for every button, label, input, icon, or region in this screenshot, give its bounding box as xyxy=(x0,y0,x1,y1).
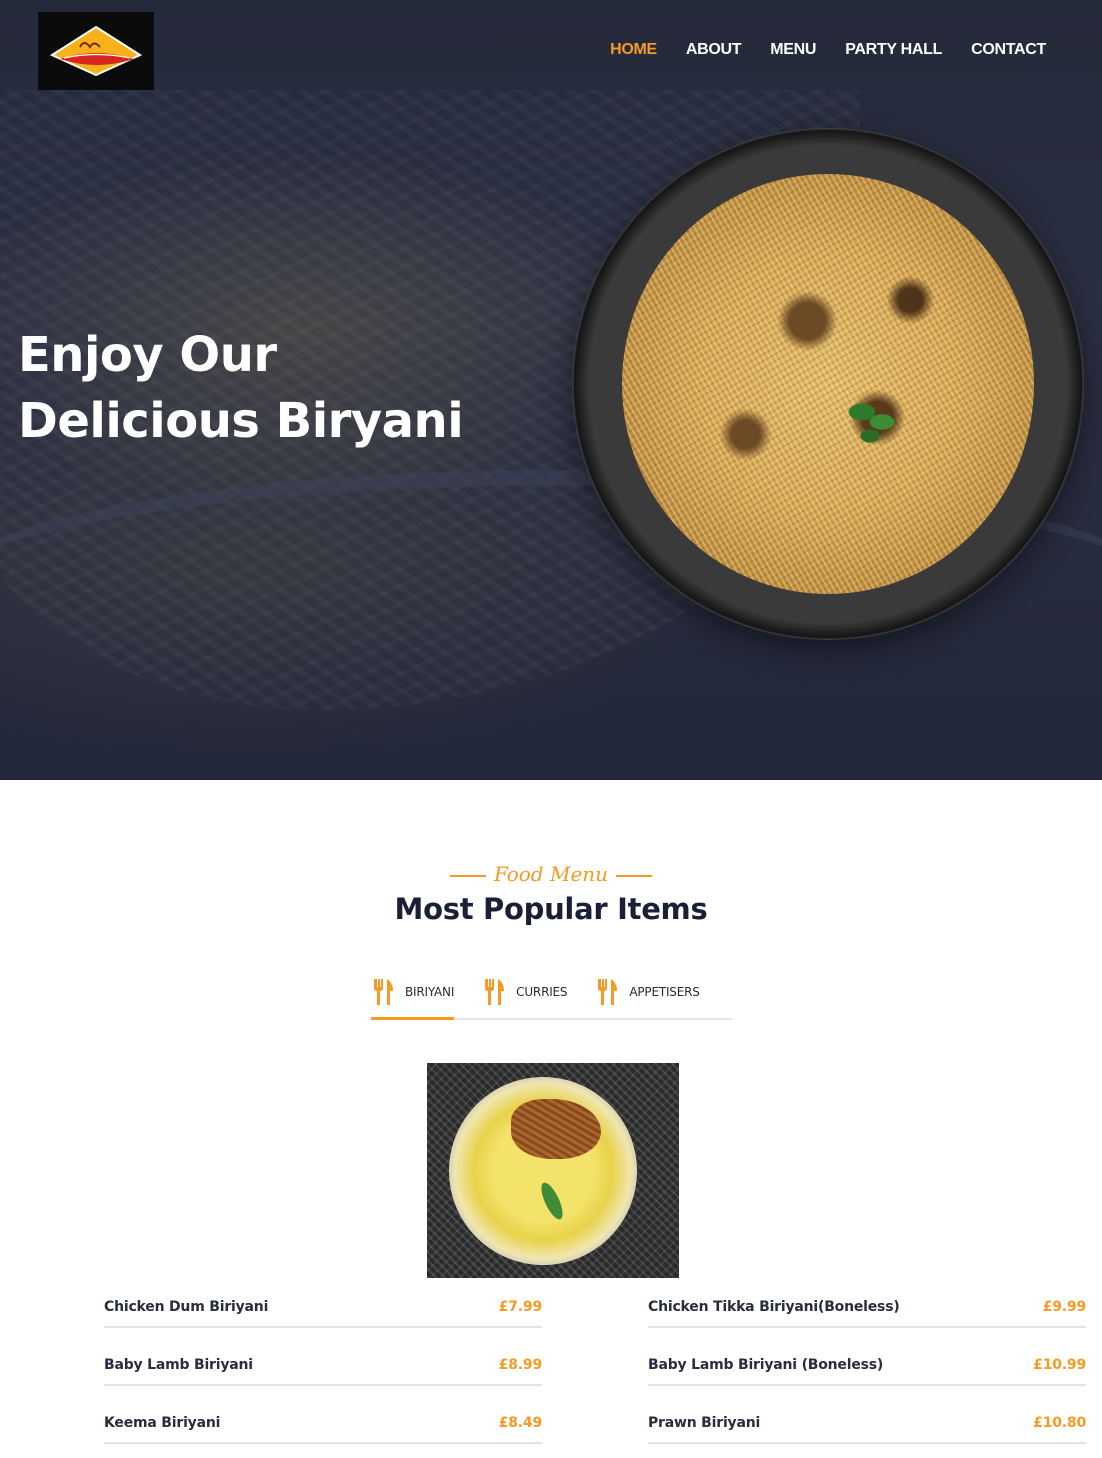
fork-knife-icon xyxy=(374,979,393,1005)
nav-about[interactable]: ABOUT xyxy=(686,40,742,60)
fork-knife-icon xyxy=(485,979,505,1005)
menu-item-name: Baby Lamb Biriyani (Boneless) xyxy=(648,1357,884,1373)
menu-item[interactable]: Keema Biriyani £8.49 xyxy=(104,1404,542,1444)
nav-menu[interactable]: MENU xyxy=(770,40,816,60)
menu-item-price: £9.99 xyxy=(1042,1299,1086,1315)
nav-party-hall[interactable]: PARTY HALL xyxy=(845,40,942,60)
tab-biriyani[interactable]: BIRIYANI xyxy=(371,968,455,1020)
menu-item-price: £10.80 xyxy=(1033,1415,1086,1431)
nav-contact[interactable]: CONTACT xyxy=(971,40,1046,60)
biryani-rice xyxy=(622,174,1034,594)
menu-item-name: Prawn Biriyani xyxy=(648,1415,761,1431)
kicker-line-right xyxy=(616,874,653,877)
tab-label: CURRIES xyxy=(516,985,568,999)
tab-curries[interactable]: CURRIES xyxy=(482,968,568,1016)
kicker-text: Food Menu xyxy=(493,862,609,886)
menu-tabs: BIRIYANI CURRIES APPETISERS xyxy=(371,968,732,1020)
logo-emblem xyxy=(50,25,142,77)
section-title: Most Popular Items xyxy=(394,892,708,926)
menu-item[interactable]: Baby Lamb Biriyani (Boneless) £10.99 xyxy=(648,1346,1086,1386)
menu-item-name: Baby Lamb Biriyani xyxy=(104,1357,253,1373)
menu-item-price: £8.99 xyxy=(498,1357,542,1373)
section-kicker: Food Menu xyxy=(0,862,1102,886)
hero-title-line1: Enjoy Our xyxy=(18,327,277,383)
logo-graphic xyxy=(50,25,142,77)
nav-home[interactable]: HOME xyxy=(610,40,657,60)
menu-item[interactable]: Chicken Tikka Biriyani(Boneless) £9.99 xyxy=(648,1288,1086,1328)
hero-biryani-plate-image xyxy=(572,128,1084,640)
main-nav: HOME ABOUT MENU PARTY HALL CONTACT xyxy=(610,40,1046,60)
tab-label: BIRIYANI xyxy=(405,985,455,999)
menu-item[interactable]: Baby Lamb Biriyani £8.99 xyxy=(104,1346,542,1386)
hero-title-line2: Delicious Biryani xyxy=(18,393,464,449)
menu-item-name: Chicken Dum Biriyani xyxy=(104,1299,269,1315)
menu-item-name: Chicken Tikka Biriyani(Boneless) xyxy=(648,1299,900,1315)
menu-item[interactable]: Chicken Dum Biriyani £7.99 xyxy=(104,1288,542,1328)
hero-title: Enjoy Our Delicious Biryani xyxy=(18,322,464,454)
menu-item-price: £8.49 xyxy=(498,1415,542,1431)
tab-label: APPETISERS xyxy=(629,985,700,999)
menu-item-price: £10.99 xyxy=(1033,1357,1086,1373)
menu-item-name: Keema Biriyani xyxy=(104,1415,221,1431)
site-logo[interactable] xyxy=(38,12,154,90)
kicker-line-left xyxy=(449,874,486,877)
menu-section: Food Menu Most Popular Items BIRIYANI CU… xyxy=(0,780,1102,1458)
tab-appetisers[interactable]: APPETISERS xyxy=(595,968,700,1016)
menu-item[interactable]: Prawn Biriyani £10.80 xyxy=(648,1404,1086,1444)
fork-knife-icon xyxy=(598,979,618,1005)
coriander-garnish xyxy=(842,394,902,450)
menu-featured-image xyxy=(427,1063,679,1278)
menu-item-price: £7.99 xyxy=(498,1299,542,1315)
hero-section: HOME ABOUT MENU PARTY HALL CONTACT Enjoy… xyxy=(0,0,1102,780)
